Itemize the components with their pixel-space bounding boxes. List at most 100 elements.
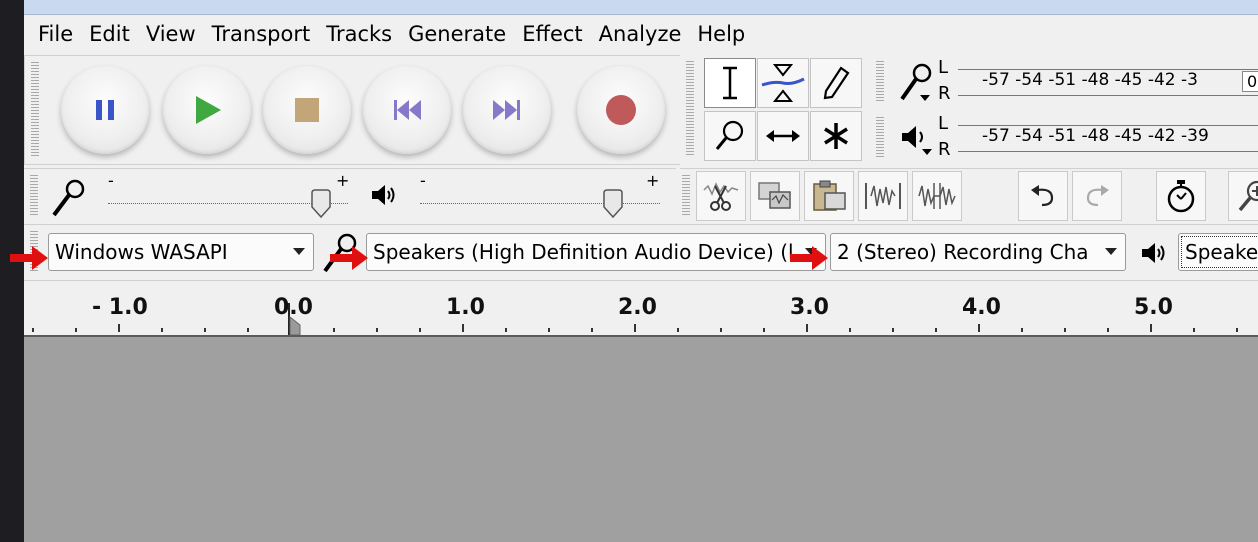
left-channel-label: L bbox=[938, 113, 949, 134]
play-icon bbox=[196, 96, 221, 124]
scissors-icon bbox=[703, 182, 739, 211]
zoom-tool-button[interactable] bbox=[704, 111, 756, 161]
toolbar-grip[interactable] bbox=[682, 175, 690, 217]
playback-device-value: Speaker bbox=[1185, 240, 1258, 264]
skip-to-end-icon bbox=[493, 100, 520, 120]
menu-analyze[interactable]: Analyze bbox=[585, 22, 682, 46]
recording-device-select[interactable]: Speakers (High Definition Audio Device) … bbox=[366, 233, 826, 271]
copy-button[interactable] bbox=[750, 171, 800, 221]
draw-tool-button[interactable] bbox=[810, 58, 862, 108]
menu-edit[interactable]: Edit bbox=[75, 22, 130, 46]
timeline-tick bbox=[75, 328, 77, 332]
silence-icon bbox=[918, 183, 956, 209]
toolbar-grip[interactable] bbox=[876, 61, 884, 103]
timeline-tick bbox=[376, 328, 378, 332]
timeline-label: 4.0 bbox=[962, 295, 1001, 320]
mic-slider-min-label: - bbox=[108, 171, 114, 190]
timeline-tick bbox=[1193, 328, 1195, 332]
toolbar-grip[interactable] bbox=[31, 62, 39, 158]
timeline-tick bbox=[892, 328, 894, 332]
toolbar-grip[interactable] bbox=[686, 61, 694, 157]
menu-view[interactable]: View bbox=[132, 22, 196, 46]
timeline-tick bbox=[247, 328, 249, 332]
mic-slider-thumb[interactable] bbox=[310, 189, 332, 219]
timeline-tick bbox=[1064, 328, 1066, 332]
toolbar-grip[interactable] bbox=[876, 117, 884, 159]
pause-button[interactable] bbox=[61, 66, 149, 154]
microphone-icon bbox=[52, 179, 85, 217]
asterisk-icon bbox=[824, 123, 848, 149]
envelope-tool-button[interactable] bbox=[757, 58, 809, 108]
timeline-label: 5.0 bbox=[1134, 295, 1173, 320]
timeline-tick bbox=[1021, 328, 1023, 332]
timeline-tick bbox=[978, 324, 980, 332]
right-channel-label: R bbox=[938, 139, 951, 160]
silence-audio-button[interactable] bbox=[912, 171, 962, 221]
recording-channels-select[interactable]: 2 (Stereo) Recording Chan bbox=[830, 233, 1126, 271]
timeline-tick bbox=[634, 324, 636, 332]
skip-to-end-button[interactable] bbox=[463, 66, 551, 154]
mixer-toolbar: - + - + bbox=[24, 168, 676, 223]
stop-button[interactable] bbox=[263, 66, 351, 154]
play-button[interactable] bbox=[163, 66, 251, 154]
meter-bar-right bbox=[958, 151, 1258, 152]
title-bar bbox=[24, 0, 1258, 15]
menu-help[interactable]: Help bbox=[683, 22, 745, 46]
transport-toolbar bbox=[24, 55, 684, 165]
meter-bar-right bbox=[958, 95, 1258, 96]
double-arrow-icon bbox=[766, 130, 800, 142]
menu-file[interactable]: File bbox=[24, 22, 73, 46]
timeline-tick bbox=[161, 328, 163, 332]
track-area[interactable] bbox=[24, 335, 1258, 542]
magnifier-icon bbox=[715, 120, 744, 150]
microphone-meter-icon[interactable] bbox=[896, 61, 936, 105]
menu-tracks[interactable]: Tracks bbox=[312, 22, 392, 46]
timeline-tick bbox=[333, 328, 335, 332]
trim-icon bbox=[865, 183, 901, 209]
menu-transport[interactable]: Transport bbox=[198, 22, 311, 46]
selection-tool-button[interactable] bbox=[704, 58, 756, 108]
timeline-tick bbox=[462, 324, 464, 332]
zoom-in-button[interactable] bbox=[1228, 171, 1258, 221]
speaker-meter-icon[interactable] bbox=[898, 121, 938, 157]
multi-tool-button[interactable] bbox=[810, 111, 862, 161]
timeline-tick bbox=[849, 328, 851, 332]
trim-audio-button[interactable] bbox=[858, 171, 908, 221]
record-meter-value: 0 bbox=[1242, 71, 1258, 92]
audio-host-value: Windows WASAPI bbox=[55, 240, 228, 264]
mic-slider-max-label: + bbox=[336, 171, 350, 190]
i-beam-icon bbox=[723, 66, 737, 100]
audio-host-select[interactable]: Windows WASAPI bbox=[48, 233, 314, 271]
timeline-tick bbox=[591, 328, 593, 332]
pencil-icon bbox=[823, 66, 850, 100]
cut-button[interactable] bbox=[696, 171, 746, 221]
skip-to-start-button[interactable] bbox=[363, 66, 451, 154]
record-meter-scale: -57 -54 -51 -48 -45 -42 -3 bbox=[982, 70, 1198, 90]
undo-icon bbox=[1031, 185, 1054, 207]
zoom-in-icon bbox=[1238, 180, 1258, 212]
timeline-ruler[interactable]: - 1.0 0.0 1.0 2.0 3.0 4.0 5.0 bbox=[24, 280, 1258, 336]
timeline-label: - 1.0 bbox=[92, 295, 148, 320]
speaker-volume-slider[interactable] bbox=[420, 203, 660, 204]
record-button[interactable] bbox=[577, 66, 665, 154]
time-shift-tool-button[interactable] bbox=[757, 111, 809, 161]
undo-button[interactable] bbox=[1018, 171, 1068, 221]
stop-icon bbox=[295, 98, 319, 122]
record-icon bbox=[606, 95, 636, 125]
menu-generate[interactable]: Generate bbox=[394, 22, 506, 46]
playback-device-select[interactable]: Speaker bbox=[1178, 233, 1258, 271]
playback-meter-toolbar: L R -57 -54 -51 -48 -45 -42 -39 bbox=[870, 111, 1258, 165]
paste-button[interactable] bbox=[804, 171, 854, 221]
skip-to-start-icon bbox=[394, 100, 421, 120]
sync-lock-button[interactable] bbox=[1156, 171, 1206, 221]
playhead-icon[interactable] bbox=[286, 303, 302, 335]
timeline-label: 1.0 bbox=[446, 295, 485, 320]
timeline-tick bbox=[1150, 324, 1152, 332]
toolbar-grip[interactable] bbox=[30, 175, 38, 217]
recording-channels-value: 2 (Stereo) Recording Chan bbox=[837, 240, 1089, 264]
speaker-slider-thumb[interactable] bbox=[602, 189, 624, 219]
redo-icon bbox=[1086, 185, 1109, 207]
redo-button[interactable] bbox=[1072, 171, 1122, 221]
menu-effect[interactable]: Effect bbox=[508, 22, 582, 46]
timeline-tick bbox=[118, 324, 120, 332]
